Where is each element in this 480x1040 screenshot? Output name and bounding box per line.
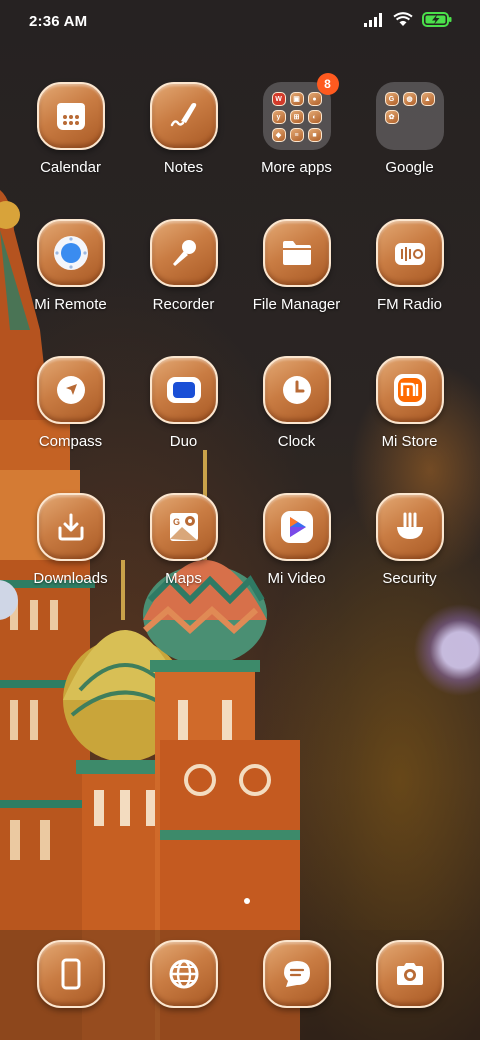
clock-icon <box>262 356 331 424</box>
mini-app-icon: ≡ <box>289 128 304 142</box>
app-mi-video[interactable]: Mi Video <box>240 493 353 587</box>
mi-logo-icon <box>375 356 444 424</box>
compass-icon <box>36 356 105 424</box>
app-clock[interactable]: Clock <box>240 356 353 450</box>
mini-app-icon: ▣ <box>289 92 304 106</box>
app-label: Calendar <box>40 159 101 176</box>
app-label: Security <box>382 570 437 587</box>
app-label: Mi Store <box>381 433 438 450</box>
app-label: Downloads <box>33 570 108 587</box>
map-icon: G <box>149 493 218 561</box>
remote-icon <box>36 219 105 287</box>
app-label: Mi Remote <box>34 296 107 313</box>
wifi-icon <box>393 12 413 26</box>
mini-app-icon: ▲ <box>420 92 435 106</box>
mini-app-icon: ⊞ <box>289 110 304 124</box>
svg-text:G: G <box>173 517 180 527</box>
mini-app-icon: W <box>271 92 286 106</box>
app-label: Maps <box>165 570 202 587</box>
dock-messages[interactable] <box>240 940 353 1008</box>
notification-badge: 8 <box>316 73 339 95</box>
microphone-icon <box>149 219 218 287</box>
folder-more-apps[interactable]: W ▣ ● y ⊞ ◐ ◆ ≡ ■ 8 More apps <box>240 73 353 176</box>
file-folder-icon <box>262 219 331 287</box>
camera-icon <box>375 940 444 1008</box>
play-icon <box>262 493 331 561</box>
mini-app-icon: G <box>384 92 399 106</box>
mini-app-icon: ✿ <box>384 110 399 124</box>
status-bar: 2:36 AM <box>0 0 480 44</box>
mini-app-icon: ■ <box>307 128 322 142</box>
video-camera-icon <box>149 356 218 424</box>
app-recorder[interactable]: Recorder <box>127 219 240 313</box>
mini-app-icon: ◍ <box>402 92 417 106</box>
app-calendar[interactable]: Calendar <box>14 82 127 176</box>
app-label: More apps <box>261 159 332 176</box>
battery-charging-icon <box>422 12 452 27</box>
folder-icon: W ▣ ● y ⊞ ◐ ◆ ≡ ■ 8 <box>262 73 339 150</box>
mini-app-icon: ◐ <box>307 110 322 124</box>
app-mi-store[interactable]: Mi Store <box>353 356 466 450</box>
app-duo[interactable]: Duo <box>127 356 240 450</box>
status-time: 2:36 AM <box>29 13 88 30</box>
app-fm-radio[interactable]: FM Radio <box>353 219 466 313</box>
app-file-manager[interactable]: File Manager <box>240 219 353 313</box>
app-label: Clock <box>277 433 316 450</box>
app-security[interactable]: Security <box>353 493 466 587</box>
app-maps[interactable]: G Maps <box>127 493 240 587</box>
shield-broom-icon <box>375 493 444 561</box>
globe-icon <box>149 940 218 1008</box>
folder-google[interactable]: G ◍ ▲ ✿ Google <box>353 82 466 176</box>
app-label: Mi Video <box>267 570 326 587</box>
pen-icon <box>149 82 218 150</box>
app-mi-remote[interactable]: Mi Remote <box>14 219 127 313</box>
calendar-icon <box>36 82 105 150</box>
dock-camera[interactable] <box>353 940 466 1008</box>
radio-icon <box>375 219 444 287</box>
mini-app-icon: ◆ <box>271 128 286 142</box>
app-label: Recorder <box>152 296 215 313</box>
status-icons <box>364 12 452 27</box>
mini-app-icon: y <box>271 110 286 124</box>
app-notes[interactable]: Notes <box>127 82 240 176</box>
app-label: Compass <box>38 433 103 450</box>
dock-browser[interactable] <box>127 940 240 1008</box>
app-label: FM Radio <box>376 296 443 313</box>
phone-icon <box>36 940 105 1008</box>
signal-icon <box>364 12 382 27</box>
mini-app-icon: ● <box>307 92 322 106</box>
dock-phone[interactable] <box>14 940 127 1008</box>
message-icon <box>262 940 331 1008</box>
app-label: Notes <box>163 159 204 176</box>
app-label: File Manager <box>252 296 341 313</box>
app-label: Duo <box>169 433 198 450</box>
app-compass[interactable]: Compass <box>14 356 127 450</box>
folder-icon: G ◍ ▲ ✿ <box>375 82 444 150</box>
app-downloads[interactable]: Downloads <box>14 493 127 587</box>
app-label: Google <box>385 159 434 176</box>
download-icon <box>36 493 105 561</box>
page-indicator[interactable] <box>244 898 250 904</box>
